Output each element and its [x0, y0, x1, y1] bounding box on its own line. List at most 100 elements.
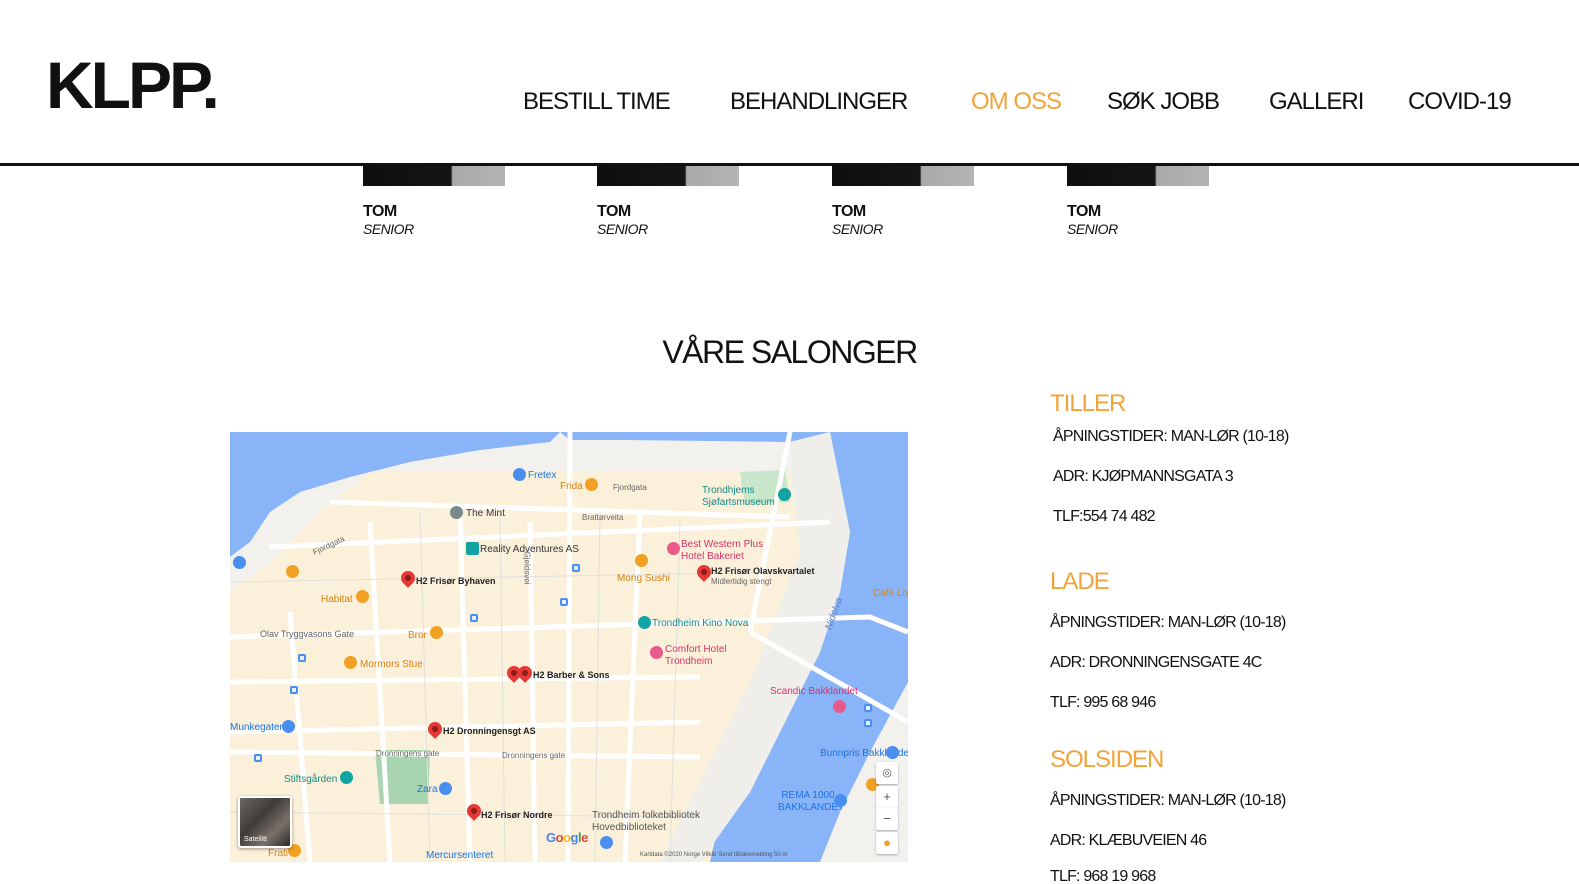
map-label-h2-dronningensgt[interactable]: H2 Dronningensgt AS	[443, 725, 536, 737]
cinema-icon[interactable]	[638, 616, 651, 629]
map-label-trondhjems[interactable]: Trondhjems Sjøfartsmuseum	[702, 485, 782, 509]
map-label-frida[interactable]: Frida	[560, 481, 583, 493]
map-label-the-mint[interactable]: The Mint	[466, 508, 505, 520]
salon-pin-icon[interactable]	[467, 804, 481, 822]
team-role: SENIOR	[363, 221, 414, 237]
nav-covid-19[interactable]: COVID-19	[1408, 88, 1512, 116]
museum-icon[interactable]	[778, 488, 791, 501]
hotel-icon[interactable]	[667, 542, 680, 555]
map-label-h2-byhaven[interactable]: H2 Frisør Byhaven	[416, 575, 496, 587]
bus-stop-icon[interactable]	[470, 614, 478, 622]
map-label-zara[interactable]: Zara	[417, 784, 438, 796]
museum-icon[interactable]	[340, 771, 353, 784]
map-label-h2-nordre[interactable]: H2 Frisør Nordre	[481, 809, 553, 821]
team-role: SENIOR	[597, 221, 648, 237]
map-label-bror[interactable]: Bror	[408, 630, 427, 642]
street-label: Olav Tryggvasons Gate	[260, 629, 355, 639]
google-logo: Google	[546, 830, 588, 845]
shopping-icon[interactable]	[282, 720, 295, 733]
bus-stop-icon[interactable]	[290, 686, 298, 694]
map-controls: ◎ + − ●	[876, 762, 898, 854]
salon-pin-icon[interactable]	[428, 722, 442, 740]
bus-stop-icon[interactable]	[864, 719, 872, 727]
map-label-midlertidig: Midlertidig stengt	[711, 577, 772, 586]
satellite-toggle-button[interactable]: Satellitt	[238, 796, 292, 848]
street-label: Dronningens gate	[502, 751, 566, 760]
map-label-fretex[interactable]: Fretex	[528, 470, 556, 482]
map-label-scandic[interactable]: Scandic Bakklandet	[770, 686, 858, 698]
salons-title: VÅRE SALONGER	[662, 334, 918, 370]
bus-stop-icon[interactable]	[864, 704, 872, 712]
zoom-out-button[interactable]: −	[876, 808, 898, 830]
hotel-icon[interactable]	[650, 646, 663, 659]
shopping-icon[interactable]	[886, 746, 899, 759]
shopping-icon[interactable]	[834, 794, 847, 807]
my-location-icon[interactable]: ◎	[876, 762, 898, 784]
restaurant-icon[interactable]	[356, 590, 369, 603]
shopping-icon[interactable]	[513, 468, 526, 481]
bus-stop-icon[interactable]	[560, 598, 568, 606]
satellite-label: Satellitt	[244, 836, 267, 843]
restaurant-icon[interactable]	[585, 478, 598, 491]
team-photo	[363, 166, 505, 186]
map-footer[interactable]: Kartdata ©2020 Norge Vilkår Send tilbake…	[640, 852, 787, 858]
restaurant-icon[interactable]	[635, 554, 648, 567]
salons-map[interactable]: Fretex Frida Fjordgata Trondhjems Sjøfar…	[230, 432, 908, 862]
map-label-mong-sushi[interactable]: Mong Sushi	[617, 573, 670, 585]
pegman-icon[interactable]: ●	[876, 832, 898, 854]
salon-phone[interactable]: TLF: 968 19 968	[1050, 868, 1156, 884]
team-name: TOM	[1067, 203, 1101, 220]
bus-stop-icon[interactable]	[254, 754, 262, 762]
restaurant-icon[interactable]	[286, 565, 299, 578]
team-role: SENIOR	[832, 221, 883, 237]
map-label-comfort[interactable]: Comfort Hotel Trondheim	[665, 644, 735, 668]
hotel-icon[interactable]	[833, 700, 846, 713]
salon-pin-icon[interactable]	[401, 571, 415, 589]
nav-galleri[interactable]: GALLERI	[1269, 88, 1364, 116]
bus-stop-icon[interactable]	[572, 564, 580, 572]
salon-hours: ÅPNINGSTIDER: MAN-LØR (10-18)	[1053, 428, 1289, 445]
restaurant-icon[interactable]	[430, 626, 443, 639]
place-icon[interactable]	[450, 506, 463, 519]
team-photo	[832, 166, 974, 186]
nav-om-oss[interactable]: OM OSS	[971, 88, 1062, 116]
nav-behandlinger[interactable]: BEHANDLINGER	[730, 88, 908, 116]
salon-address: ADR: KJØPMANNSGATA 3	[1053, 468, 1234, 485]
street-label: Fjordgata	[613, 483, 647, 492]
map-label-folkebibliotek[interactable]: Trondheim folkebibliotek Hovedbiblioteke…	[592, 810, 712, 834]
team-role: SENIOR	[1067, 221, 1118, 237]
shopping-icon[interactable]	[439, 782, 452, 795]
map-label-munkegaten[interactable]: Munkegaten	[230, 722, 285, 734]
library-icon[interactable]	[600, 836, 613, 849]
team-name: TOM	[832, 203, 866, 220]
map-label-h2-barber[interactable]: H2 Barber & Sons	[533, 669, 610, 681]
map-label-rema[interactable]: REMA 1000 BAKKLANDET	[778, 790, 844, 814]
restaurant-icon[interactable]	[344, 656, 357, 669]
map-label-habitat[interactable]: Habitat	[321, 594, 353, 606]
team-photo	[1067, 166, 1209, 186]
map-label-best-western[interactable]: Best Western Plus Hotel Bakeriet	[681, 539, 771, 563]
salon-name-tiller: TILLER	[1050, 390, 1126, 417]
shopping-icon[interactable]	[233, 556, 246, 569]
nav-bestill-time[interactable]: BESTILL TIME	[523, 88, 671, 116]
map-label-kino-nova[interactable]: Trondheim Kino Nova	[652, 618, 748, 630]
salon-pin-icon[interactable]	[697, 565, 711, 583]
map-label-mormors-stue[interactable]: Mormors Stue	[360, 659, 423, 671]
map-label-stiftsgarden[interactable]: Stiftsgården	[284, 774, 337, 786]
team-name: TOM	[597, 203, 631, 220]
map-label-mercursenteret[interactable]: Mercursenteret	[426, 850, 493, 862]
attraction-icon[interactable]	[466, 542, 479, 555]
salon-phone[interactable]: TLF:554 74 482	[1053, 508, 1156, 526]
map-label-frati[interactable]: Frati	[268, 848, 288, 860]
bus-stop-icon[interactable]	[298, 654, 306, 662]
salon-hours: ÅPNINGSTIDER: MAN-LØR (10-18)	[1050, 614, 1286, 631]
team-card: TOM SENIOR	[832, 166, 974, 237]
map-label-cafe[interactable]: Café Lo	[873, 588, 908, 600]
salon-pin-icon[interactable]	[518, 666, 532, 684]
salon-address: ADR: DRONNINGENSGATE 4C	[1050, 654, 1262, 671]
nav-sok-jobb[interactable]: SØK JOBB	[1107, 88, 1220, 116]
salon-phone[interactable]: TLF: 995 68 946	[1050, 694, 1156, 712]
team-card: TOM SENIOR	[597, 166, 739, 237]
team-card: TOM SENIOR	[1067, 166, 1209, 237]
zoom-in-button[interactable]: +	[876, 786, 898, 808]
